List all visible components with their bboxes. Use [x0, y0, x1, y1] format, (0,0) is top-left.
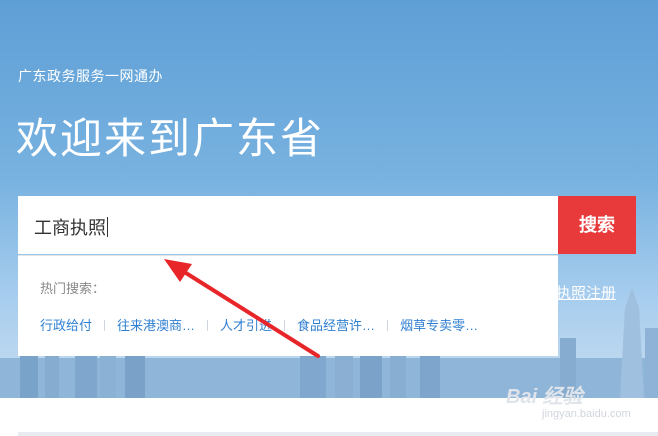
search-button[interactable]: 搜索 — [558, 196, 636, 254]
content-divider — [18, 432, 658, 436]
divider — [104, 320, 106, 331]
hot-search-item[interactable]: 往来港澳商… — [117, 315, 195, 334]
divider — [387, 320, 389, 331]
hot-search-item[interactable]: 行政给付 — [40, 315, 92, 334]
license-registration-link[interactable]: 执照注册 — [556, 282, 616, 303]
text-caret — [107, 217, 108, 237]
hot-search-label: 热门搜索： — [40, 281, 106, 296]
site-subtitle: 广东政务服务一网通办 — [18, 68, 163, 84]
search-box: 工商执照 — [18, 196, 558, 254]
page-title: 欢迎来到广东省 — [16, 115, 325, 162]
watermark-logo: Bai 经验 — [506, 386, 583, 408]
search-input[interactable]: 工商执照 — [34, 214, 108, 240]
watermark-url: jingyan.baidu.com — [542, 408, 631, 420]
divider — [284, 320, 286, 331]
search-input-value: 工商执照 — [34, 218, 106, 238]
hot-search-item[interactable]: 人才引进 — [220, 315, 272, 334]
hot-search-item[interactable]: 食品经营许… — [297, 315, 375, 334]
hot-search-item[interactable]: 烟草专卖零… — [400, 315, 478, 334]
hot-search-list: 行政给付 往来港澳商… 人才引进 食品经营许… 烟草专卖零… — [40, 315, 478, 334]
divider — [207, 320, 209, 331]
search-suggestion-dropdown: 热门搜索： 行政给付 往来港澳商… 人才引进 食品经营许… 烟草专卖零… — [18, 255, 558, 356]
